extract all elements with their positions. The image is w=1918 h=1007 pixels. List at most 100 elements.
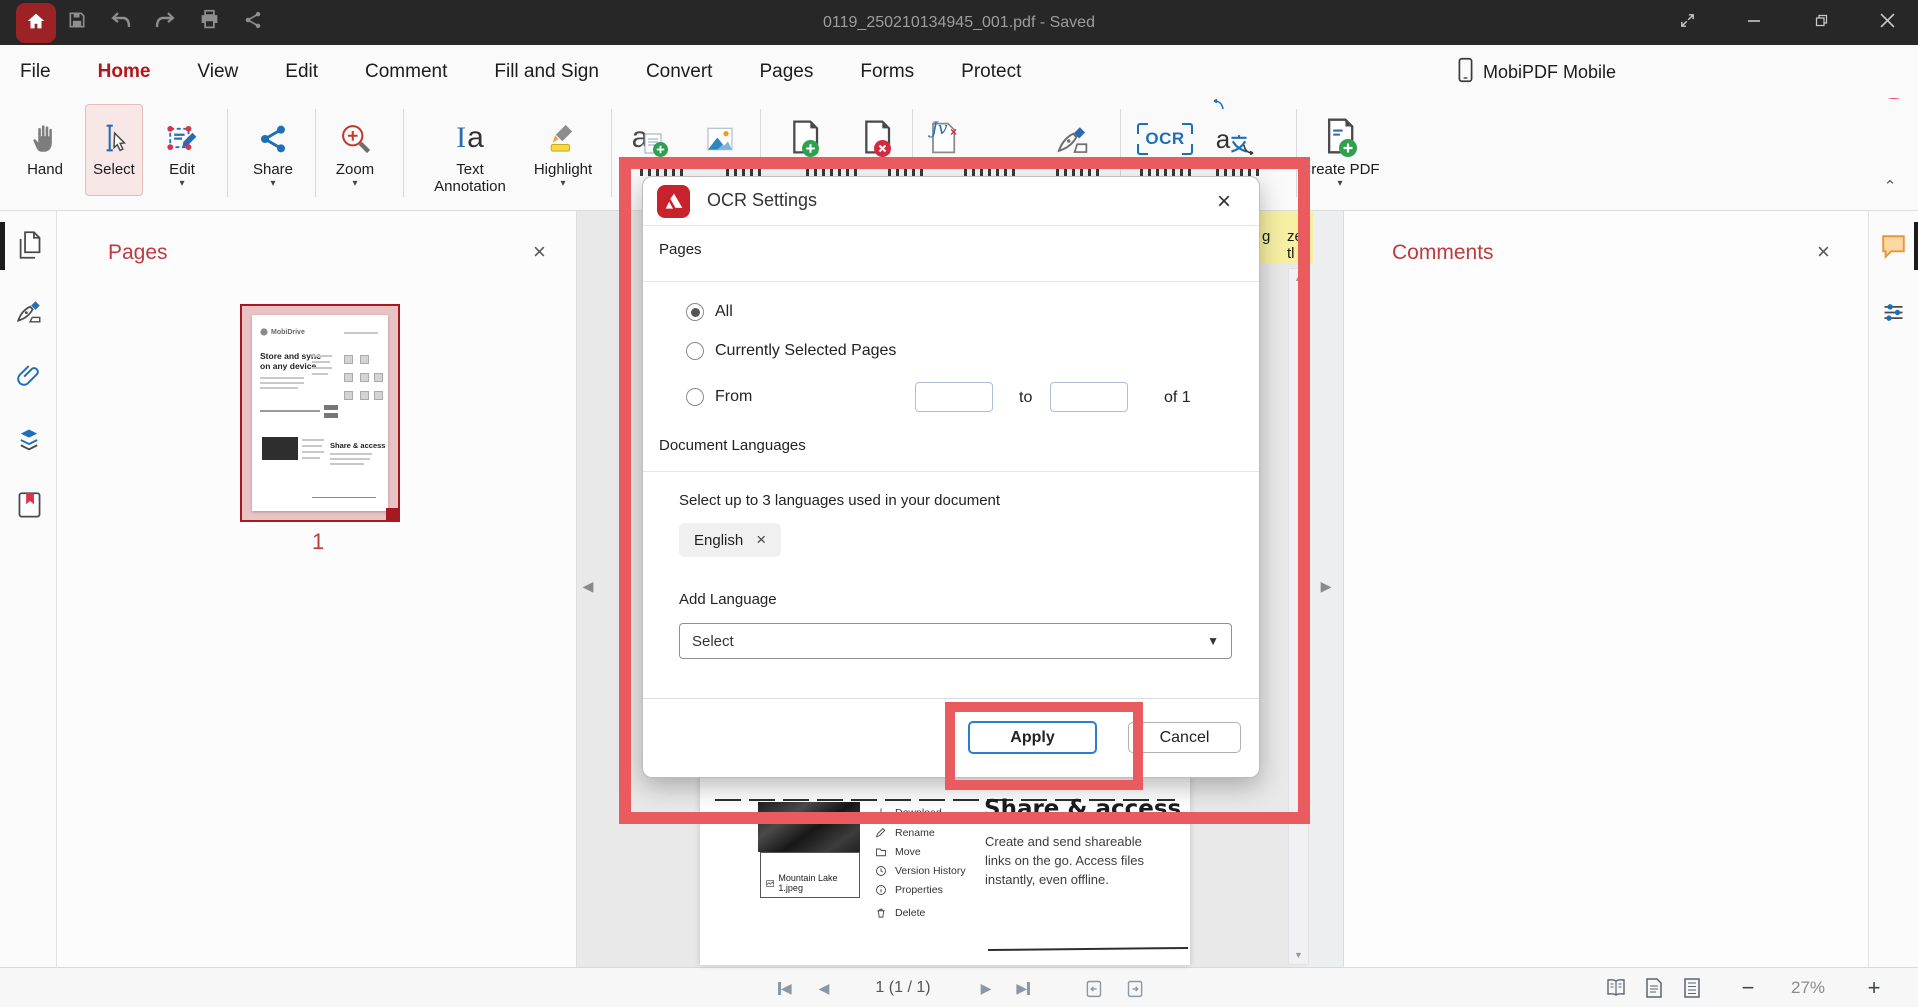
edit-dropdown-caret[interactable]: ▾ bbox=[179, 180, 184, 188]
minimize-icon bbox=[1747, 14, 1761, 32]
close-window-button[interactable] bbox=[1864, 0, 1910, 45]
menu-bar: File Home View Edit Comment Fill and Sig… bbox=[0, 45, 1918, 99]
zoom-in-button[interactable]: + bbox=[1858, 974, 1890, 1002]
mobipdf-mobile-label: MobiPDF Mobile bbox=[1483, 62, 1616, 83]
next-page-button[interactable]: ▶ bbox=[972, 974, 1000, 1002]
print-icon bbox=[199, 9, 220, 35]
page-menu-item: Delete bbox=[875, 907, 925, 919]
image-icon bbox=[704, 103, 736, 155]
page-menu-item: Properties bbox=[875, 884, 943, 896]
book-view-button[interactable] bbox=[1600, 974, 1632, 1002]
page-file-card: Mountain Lake 1.jpeg bbox=[760, 852, 860, 898]
rail-attachments-icon[interactable] bbox=[14, 359, 44, 391]
zoom-dropdown-caret[interactable]: ▾ bbox=[352, 180, 357, 188]
rail-filter-icon[interactable] bbox=[1877, 295, 1909, 329]
menu-file[interactable]: File bbox=[18, 45, 53, 99]
fullscreen-icon bbox=[1679, 12, 1696, 33]
menu-home[interactable]: Home bbox=[96, 42, 153, 102]
create-pdf-icon bbox=[1323, 103, 1357, 155]
continuous-view-button[interactable] bbox=[1676, 974, 1708, 1002]
share-document-button[interactable] bbox=[236, 5, 270, 39]
last-page-button[interactable]: ▶ bbox=[1008, 974, 1038, 1002]
restore-icon bbox=[1814, 13, 1829, 32]
collapse-left-panel-arrow[interactable]: ◀ bbox=[579, 573, 597, 599]
print-button[interactable] bbox=[192, 5, 226, 39]
comments-panel-close[interactable]: × bbox=[1817, 239, 1830, 265]
tool-translate[interactable]: a bbox=[1188, 103, 1278, 155]
rail-sign-icon[interactable] bbox=[14, 295, 44, 327]
page-share-text: Create and send shareable links on the g… bbox=[985, 833, 1170, 890]
text-annotation-label-2: Annotation bbox=[434, 178, 506, 195]
page-menu-item: Move bbox=[875, 846, 921, 858]
page-rule-bottom bbox=[988, 947, 1188, 951]
single-page-view-button[interactable] bbox=[1638, 974, 1670, 1002]
tool-sign[interactable]: Jv × bbox=[898, 103, 988, 155]
zoom-label: Zoom bbox=[336, 161, 374, 178]
annotation-box-apply bbox=[945, 702, 1143, 790]
ocr-icon: OCR bbox=[1137, 103, 1192, 155]
tool-text-annotation[interactable]: Ia TextAnnotation bbox=[418, 103, 522, 195]
pages-panel-title: Pages bbox=[108, 241, 168, 265]
first-page-button[interactable]: ◀ bbox=[770, 974, 800, 1002]
scrollbar-down-arrow[interactable]: ▼ bbox=[1289, 946, 1308, 964]
menu-protect[interactable]: Protect bbox=[959, 45, 1023, 99]
active-right-rail-indicator bbox=[1914, 222, 1918, 270]
undo-button[interactable] bbox=[104, 5, 138, 39]
window-title: 0119_250210134945_001.pdf - Saved bbox=[659, 0, 1259, 45]
menu-forms[interactable]: Forms bbox=[858, 45, 916, 99]
text-annotation-label-1: Text bbox=[456, 161, 484, 178]
fountain-pen-icon bbox=[1055, 103, 1089, 155]
minimize-button[interactable] bbox=[1731, 0, 1777, 45]
phone-icon bbox=[1458, 57, 1473, 88]
thumb-share-heading: Share & access bbox=[330, 441, 385, 450]
rail-comments-icon[interactable] bbox=[1877, 229, 1909, 263]
tool-zoom[interactable]: Zoom ▾ bbox=[310, 103, 400, 188]
home-button[interactable] bbox=[16, 3, 56, 43]
mobipdf-mobile-link[interactable]: MobiPDF Mobile bbox=[1458, 45, 1616, 99]
rail-layers-icon[interactable] bbox=[14, 424, 44, 456]
tool-fountain-pen[interactable] bbox=[1027, 103, 1117, 155]
tool-share[interactable]: Share ▾ bbox=[228, 103, 318, 188]
save-button[interactable] bbox=[60, 5, 94, 39]
redo-button[interactable] bbox=[148, 5, 182, 39]
menu-pages[interactable]: Pages bbox=[757, 45, 815, 99]
restore-button[interactable] bbox=[1798, 0, 1844, 45]
fullscreen-button[interactable] bbox=[1664, 0, 1710, 45]
thumb-headline-2: on any device bbox=[260, 361, 316, 371]
zoom-out-button[interactable]: − bbox=[1732, 974, 1764, 1002]
menu-edit[interactable]: Edit bbox=[283, 45, 320, 99]
thumbnail-resize-handle[interactable] bbox=[386, 508, 400, 522]
home-icon bbox=[25, 10, 47, 37]
page-indicator: 1 (1 / 1) bbox=[848, 974, 958, 1002]
highlight-dropdown-caret[interactable]: ▾ bbox=[560, 180, 565, 188]
toolbar-divider bbox=[403, 109, 404, 197]
page-menu-rename: Rename bbox=[895, 827, 935, 839]
menu-view[interactable]: View bbox=[195, 45, 240, 99]
share-dropdown-caret[interactable]: ▾ bbox=[270, 180, 275, 188]
pages-panel-close[interactable]: × bbox=[533, 239, 546, 265]
previous-page-button[interactable]: ◀ bbox=[810, 974, 838, 1002]
rail-pages-icon[interactable] bbox=[14, 229, 44, 261]
menu-comment[interactable]: Comment bbox=[363, 45, 449, 99]
tool-highlight[interactable]: Highlight ▾ bbox=[518, 103, 608, 188]
menu-fill-and-sign[interactable]: Fill and Sign bbox=[492, 45, 601, 99]
select-icon bbox=[98, 103, 130, 155]
edit-icon bbox=[165, 103, 199, 155]
tool-insert-image[interactable] bbox=[675, 103, 765, 155]
expand-right-panel-arrow[interactable]: ▶ bbox=[1317, 573, 1335, 599]
rail-bookmarks-icon[interactable] bbox=[14, 489, 44, 521]
previous-view-button[interactable] bbox=[1078, 974, 1108, 1002]
tool-edit[interactable]: Edit ▾ bbox=[137, 103, 227, 188]
page-menu-move: Move bbox=[895, 846, 921, 858]
comments-panel: Comments × bbox=[1343, 211, 1868, 967]
share-tool-icon bbox=[257, 103, 289, 155]
right-icon-rail bbox=[1868, 211, 1918, 967]
edit-label: Edit bbox=[169, 161, 195, 178]
next-view-button[interactable] bbox=[1120, 974, 1150, 1002]
text-annotation-glyph-a: a bbox=[467, 121, 484, 155]
active-rail-indicator bbox=[0, 222, 5, 270]
create-pdf-dropdown-caret[interactable]: ▾ bbox=[1337, 180, 1342, 188]
menu-convert[interactable]: Convert bbox=[644, 45, 715, 99]
collapse-ribbon-chevron[interactable]: ⌃ bbox=[1870, 171, 1910, 201]
page-thumbnail-selected[interactable]: MobiDrive Store and sync on any device bbox=[240, 304, 400, 522]
